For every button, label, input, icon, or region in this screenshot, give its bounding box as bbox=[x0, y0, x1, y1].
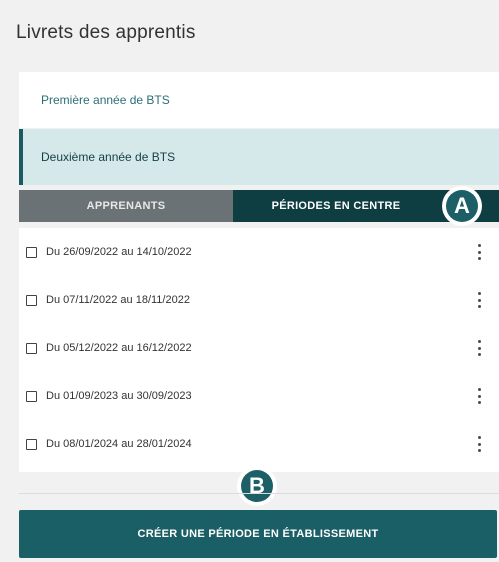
annotation-marker-b: B bbox=[237, 466, 277, 506]
list-item: Du 26/09/2022 au 14/10/2022 bbox=[19, 228, 499, 276]
year-item-first[interactable]: Première année de BTS bbox=[19, 72, 499, 128]
checkbox-icon[interactable] bbox=[26, 294, 37, 306]
kebab-menu-icon[interactable] bbox=[476, 388, 482, 404]
year-item-label: Deuxième année de BTS bbox=[41, 150, 176, 164]
tab-label: APPRENANTS bbox=[86, 200, 166, 212]
year-item-label: Première année de BTS bbox=[41, 93, 170, 107]
kebab-menu-icon[interactable] bbox=[476, 340, 482, 356]
period-label: Du 26/09/2022 au 14/10/2022 bbox=[46, 246, 192, 258]
year-item-second[interactable]: Deuxième année de BTS bbox=[19, 129, 499, 185]
tab-label: PÉRIODES EN CENTRE bbox=[271, 200, 401, 212]
period-label: Du 07/11/2022 au 18/11/2022 bbox=[46, 294, 190, 306]
create-period-button[interactable]: CRÉER UNE PÉRIODE EN ÉTABLISSEMENT bbox=[19, 510, 497, 558]
kebab-menu-icon[interactable] bbox=[476, 244, 482, 260]
checkbox-icon[interactable] bbox=[26, 246, 37, 258]
marker-letter: B bbox=[241, 470, 273, 502]
kebab-menu-icon[interactable] bbox=[476, 436, 482, 452]
checkbox-icon[interactable] bbox=[26, 390, 37, 402]
create-button-label: CRÉER UNE PÉRIODE EN ÉTABLISSEMENT bbox=[137, 528, 379, 540]
divider bbox=[19, 493, 499, 494]
checkbox-icon[interactable] bbox=[26, 342, 37, 354]
list-item: Du 05/12/2022 au 16/12/2022 bbox=[19, 324, 499, 372]
marker-letter: A bbox=[446, 190, 478, 222]
period-label: Du 05/12/2022 au 16/12/2022 bbox=[46, 342, 192, 354]
period-label: Du 08/01/2024 au 28/01/2024 bbox=[46, 438, 192, 450]
period-label: Du 01/09/2023 au 30/09/2023 bbox=[46, 390, 192, 402]
period-list: Du 26/09/2022 au 14/10/2022 Du 07/11/202… bbox=[19, 228, 499, 472]
list-item: Du 07/11/2022 au 18/11/2022 bbox=[19, 276, 499, 324]
checkbox-icon[interactable] bbox=[26, 438, 37, 450]
list-item: Du 01/09/2023 au 30/09/2023 bbox=[19, 372, 499, 420]
page-title: Livrets des apprentis bbox=[16, 22, 196, 43]
tab-apprenants[interactable]: APPRENANTS bbox=[19, 190, 233, 222]
kebab-menu-icon[interactable] bbox=[476, 292, 482, 308]
tab-bar: APPRENANTS PÉRIODES EN CENTRE bbox=[19, 190, 499, 222]
annotation-marker-a: A bbox=[442, 186, 482, 226]
list-item: Du 08/01/2024 au 28/01/2024 bbox=[19, 420, 499, 468]
